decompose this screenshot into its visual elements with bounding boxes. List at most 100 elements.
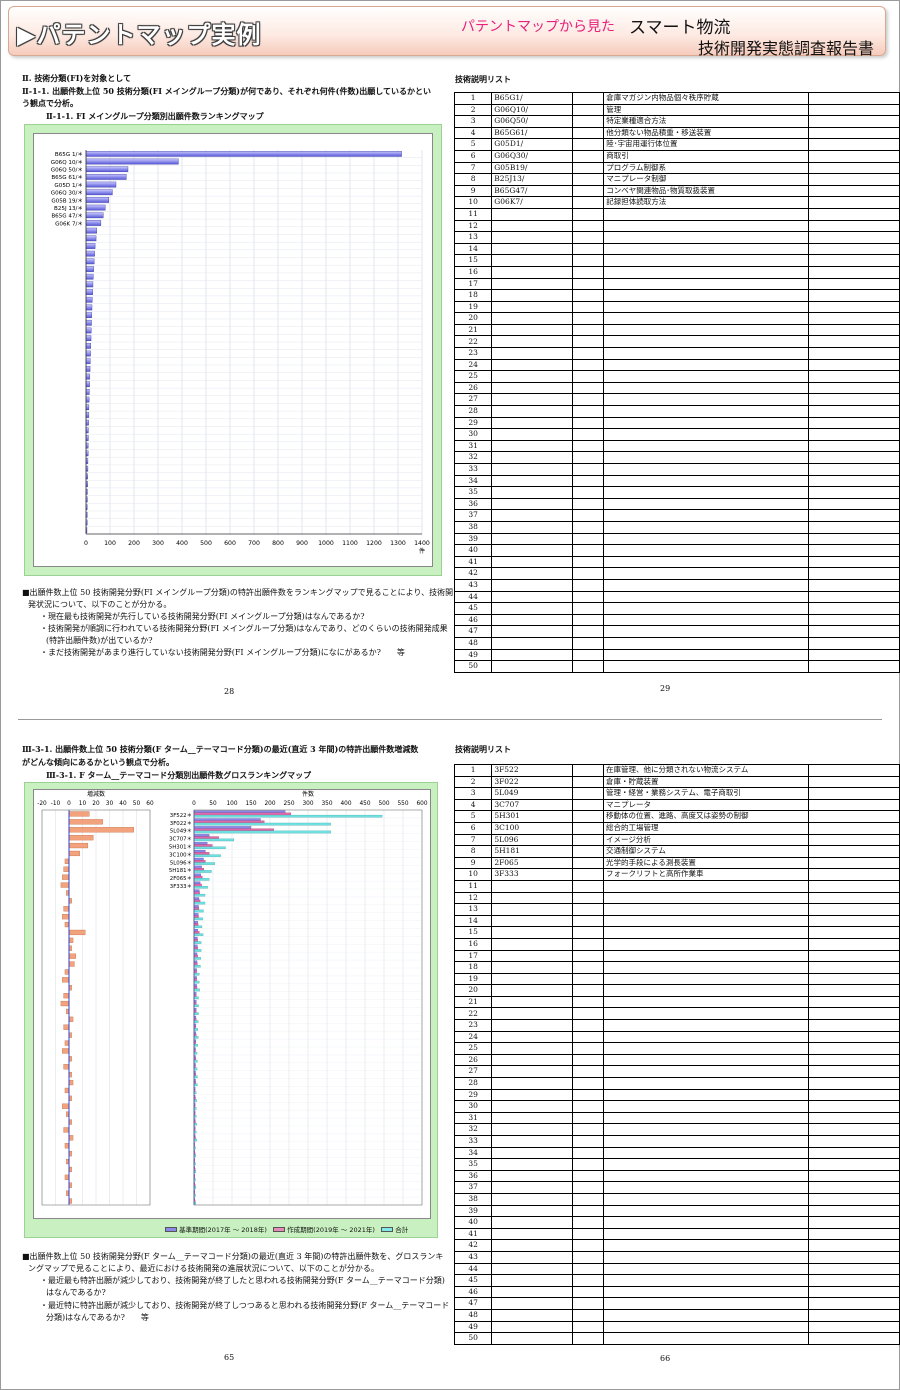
row-number: 44 bbox=[453, 1262, 493, 1276]
table-row: 15 bbox=[453, 254, 900, 267]
count-bar bbox=[193, 960, 198, 964]
row-number: 11 bbox=[453, 207, 493, 221]
bar bbox=[85, 296, 93, 303]
count-bar bbox=[193, 828, 274, 831]
table-row: 1 3F522 在庫管理、他に分類されない物流システム bbox=[453, 764, 900, 777]
row-number: 47 bbox=[453, 1297, 493, 1310]
delta-bar bbox=[60, 882, 70, 888]
tech-description bbox=[603, 335, 809, 349]
row-number: 9 bbox=[453, 856, 493, 870]
tech-description bbox=[603, 1239, 809, 1252]
page-number-29: 29 bbox=[660, 684, 671, 693]
tech-code bbox=[491, 1088, 573, 1102]
tick-label: 600 bbox=[416, 801, 427, 807]
tech-code bbox=[491, 984, 573, 997]
bar bbox=[85, 366, 91, 372]
count-bar bbox=[193, 812, 292, 816]
note1-bullet1: ・現在最も技術開発が先行している技術開発分野(FI メイングループ分類)はなんで… bbox=[40, 612, 365, 621]
tech-code bbox=[491, 439, 574, 453]
tech-description bbox=[603, 937, 809, 951]
blank-cell bbox=[807, 1216, 900, 1229]
count-bar bbox=[193, 965, 201, 968]
blank-cell bbox=[571, 903, 605, 916]
tick-label: 700 bbox=[248, 540, 260, 547]
category-label: 5H181＊ bbox=[169, 867, 192, 874]
blank-cell bbox=[807, 1042, 900, 1055]
table-row: 47 bbox=[453, 1297, 900, 1310]
tech-code bbox=[491, 972, 573, 986]
blank-cell bbox=[807, 764, 900, 777]
row-number: 22 bbox=[453, 1007, 493, 1021]
tech-description bbox=[603, 1181, 809, 1194]
table-row: 37 bbox=[453, 509, 900, 522]
table-row: 30 bbox=[453, 1100, 900, 1113]
blank-cell bbox=[807, 1065, 900, 1079]
count-bar bbox=[193, 1036, 199, 1039]
count-bar bbox=[193, 954, 198, 958]
delta-bar bbox=[68, 842, 89, 849]
tech-code bbox=[491, 265, 574, 279]
bar bbox=[85, 289, 93, 295]
blank-cell bbox=[807, 92, 900, 105]
delta-bar bbox=[62, 874, 70, 880]
bar bbox=[85, 243, 96, 249]
tech-code bbox=[491, 1274, 573, 1287]
count-bar bbox=[193, 891, 200, 895]
tech-code bbox=[491, 1007, 573, 1021]
blank-cell bbox=[807, 995, 900, 1009]
row-number: 3 bbox=[453, 787, 493, 800]
tech-code bbox=[491, 393, 574, 407]
tick-label: 200 bbox=[264, 801, 275, 807]
count-bar bbox=[193, 936, 198, 940]
tech-description bbox=[603, 1146, 809, 1160]
blank-cell bbox=[571, 1146, 605, 1160]
delta-bar bbox=[63, 1127, 70, 1133]
blank-cell bbox=[807, 949, 900, 963]
blank-cell bbox=[572, 520, 605, 534]
row-number: 20 bbox=[453, 984, 493, 997]
tech-description bbox=[603, 1192, 809, 1206]
tech-description bbox=[603, 242, 809, 256]
blank-cell bbox=[571, 810, 605, 823]
tech-description: 倉庫マガジン内物品個々秩序貯蔵 bbox=[603, 92, 809, 105]
table-row: 17 bbox=[453, 277, 900, 291]
tech-description bbox=[603, 347, 809, 360]
blank-cell bbox=[807, 486, 900, 499]
tech-code bbox=[491, 474, 574, 488]
row-number: 24 bbox=[453, 1030, 493, 1044]
count-bar bbox=[193, 1059, 198, 1063]
tech-code bbox=[491, 1308, 573, 1322]
blank-cell bbox=[807, 868, 900, 881]
blank-cell bbox=[807, 1077, 900, 1090]
row-number: 24 bbox=[453, 358, 493, 372]
tech-code bbox=[491, 207, 574, 221]
blank-cell bbox=[807, 405, 900, 418]
table-row: 48 bbox=[453, 636, 900, 650]
row-number: 20 bbox=[453, 312, 493, 325]
tech-description: マニプレータ bbox=[603, 798, 809, 812]
table-row: 37 bbox=[453, 1181, 900, 1194]
tech-code bbox=[491, 648, 574, 662]
delta-bar bbox=[63, 1024, 70, 1030]
bar bbox=[85, 412, 90, 418]
table-row: 21 bbox=[453, 323, 900, 337]
blank-cell bbox=[807, 1123, 900, 1136]
table-row: 17 bbox=[453, 949, 900, 963]
table-row: 18 bbox=[453, 289, 900, 302]
blank-cell bbox=[571, 1239, 605, 1252]
tick-label: 100 bbox=[226, 801, 237, 807]
count-bar bbox=[193, 980, 200, 984]
blank-cell bbox=[572, 590, 605, 604]
row-number: 5 bbox=[453, 810, 493, 823]
count-bar bbox=[193, 952, 198, 956]
tech-code bbox=[491, 1250, 573, 1264]
blank-cell bbox=[571, 891, 605, 905]
count-bar bbox=[193, 941, 202, 944]
blank-cell bbox=[807, 1100, 900, 1113]
blank-cell bbox=[807, 1088, 900, 1102]
table-row: 50 bbox=[453, 660, 900, 673]
blank-cell bbox=[572, 474, 605, 488]
blank-cell bbox=[807, 810, 900, 823]
row-number: 10 bbox=[453, 196, 493, 209]
tech-code bbox=[491, 1065, 573, 1079]
